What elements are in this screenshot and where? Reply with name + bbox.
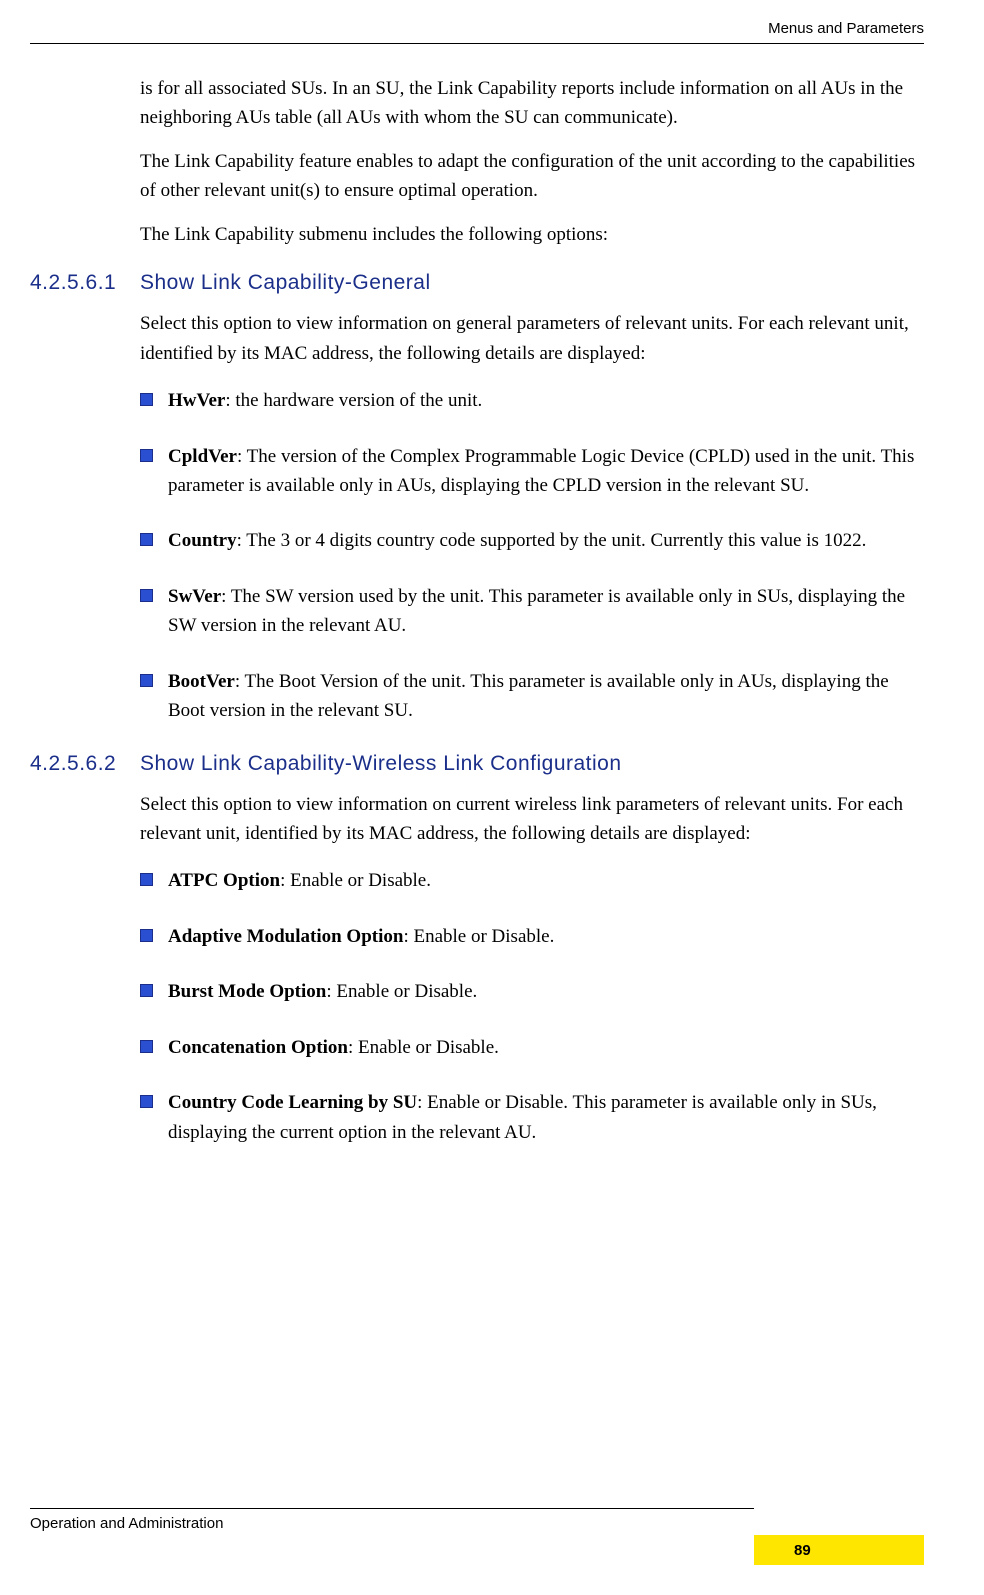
desc: : The Boot Version of the unit. This par… [168, 671, 889, 721]
section2-list: ATPC Option: Enable or Disable. Adaptive… [140, 866, 924, 1147]
intro-paragraph-3: The Link Capability submenu includes the… [140, 220, 924, 249]
section1-intro: Select this option to view information o… [140, 309, 924, 368]
list-item: BootVer: The Boot Version of the unit. T… [140, 667, 924, 726]
desc: : The version of the Complex Programmabl… [168, 446, 914, 496]
term: Burst Mode Option [168, 981, 326, 1002]
desc: : the hardware version of the unit. [225, 390, 482, 411]
section2-intro: Select this option to view information o… [140, 790, 924, 849]
term: Country [168, 530, 237, 551]
header-chapter: Menus and Parameters [30, 20, 924, 37]
term: CpldVer [168, 446, 237, 467]
term: ATPC Option [168, 870, 280, 891]
desc: : The 3 or 4 digits country code support… [237, 530, 867, 551]
bullet-icon [140, 533, 153, 546]
bullet-icon [140, 674, 153, 687]
term: BootVer [168, 671, 235, 692]
footer-rule [30, 1508, 754, 1509]
desc: : Enable or Disable. [280, 870, 431, 891]
term: Country Code Learning by SU [168, 1092, 417, 1113]
term: Concatenation Option [168, 1037, 348, 1058]
list-item: ATPC Option: Enable or Disable. [140, 866, 924, 895]
term: Adaptive Modulation Option [168, 926, 403, 947]
bullet-icon [140, 984, 153, 997]
section-heading-2: 4.2.5.6.2 Show Link Capability-Wireless … [30, 752, 924, 776]
page-number: 89 [794, 1542, 811, 1559]
bullet-icon [140, 393, 153, 406]
section-title: Show Link Capability-General [140, 271, 431, 295]
intro-paragraph-2: The Link Capability feature enables to a… [140, 147, 924, 206]
list-item: CpldVer: The version of the Complex Prog… [140, 442, 924, 501]
list-item: Burst Mode Option: Enable or Disable. [140, 977, 924, 1006]
term: SwVer [168, 586, 221, 607]
bullet-icon [140, 1095, 153, 1108]
bullet-icon [140, 1040, 153, 1053]
header-rule [30, 43, 924, 44]
section-number: 4.2.5.6.2 [30, 752, 140, 776]
term: HwVer [168, 390, 225, 411]
page-number-strip: 89 [754, 1535, 924, 1565]
bullet-icon [140, 929, 153, 942]
intro-paragraph-1: is for all associated SUs. In an SU, the… [140, 74, 924, 133]
page-footer: Operation and Administration 89 [30, 1508, 924, 1565]
desc: : The SW version used by the unit. This … [168, 586, 905, 636]
list-item: Concatenation Option: Enable or Disable. [140, 1033, 924, 1062]
section-heading-1: 4.2.5.6.1 Show Link Capability-General [30, 271, 924, 295]
list-item: Country: The 3 or 4 digits country code … [140, 526, 924, 555]
bullet-icon [140, 873, 153, 886]
list-item: Adaptive Modulation Option: Enable or Di… [140, 922, 924, 951]
desc: : Enable or Disable. [326, 981, 477, 1002]
bullet-icon [140, 589, 153, 602]
footer-doc-title: Operation and Administration [30, 1515, 223, 1532]
section-number: 4.2.5.6.1 [30, 271, 140, 295]
section-title: Show Link Capability-Wireless Link Confi… [140, 752, 622, 776]
desc: : Enable or Disable. [348, 1037, 499, 1058]
list-item: Country Code Learning by SU: Enable or D… [140, 1088, 924, 1147]
bullet-icon [140, 449, 153, 462]
list-item: SwVer: The SW version used by the unit. … [140, 582, 924, 641]
list-item: HwVer: the hardware version of the unit. [140, 386, 924, 415]
section1-list: HwVer: the hardware version of the unit.… [140, 386, 924, 726]
desc: : Enable or Disable. [403, 926, 554, 947]
